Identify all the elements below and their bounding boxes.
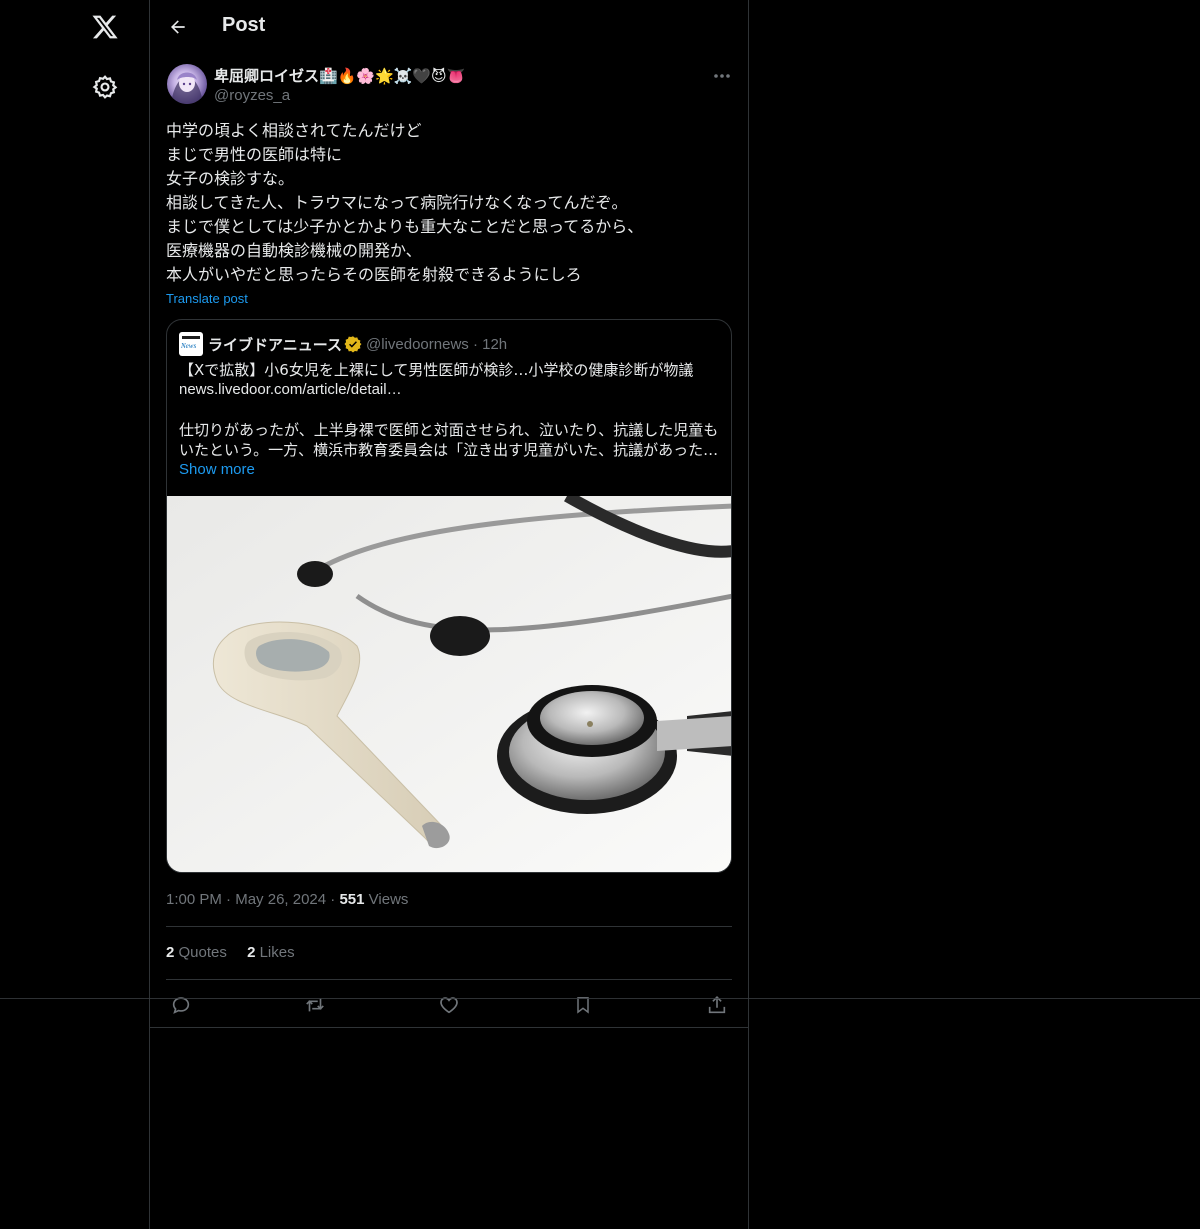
post-text: 中学の頃よく相談されてたんだけど まじで男性の医師は特に 女子の検診すな。 相談…: [166, 119, 736, 287]
divider: [150, 1027, 748, 1028]
show-more-link[interactable]: Show more: [179, 461, 255, 478]
post-text-line: 女子の検診すな。: [166, 169, 295, 188]
quoted-handle-time: @livedoornews · 12h: [366, 336, 507, 353]
quoted-avatar-logo-text: News: [181, 342, 197, 350]
quotes-stat[interactable]: 2 Quotes: [166, 944, 227, 961]
like-button[interactable]: [436, 992, 462, 1018]
quoted-headline: 【Xで拡散】小6女児を上裸にして男性医師が検診…小学校の健康診断が物議: [179, 361, 694, 379]
post-text-line: まじで僕としては少子かとかよりも重大なことだと思ってるから、: [166, 217, 644, 236]
quoted-body-line: いたという。一方、横浜市教育委員会は「泣き出す児童がいた、抗議があった…: [179, 441, 719, 459]
left-rail: [0, 0, 150, 1229]
post-text-line: 本人がいやだと思ったらその医師を射殺できるようにしろ: [166, 265, 582, 284]
separator-dot: ·: [226, 891, 236, 908]
post-meta: 1:00 PM · May 26, 2024 · 551 Views: [166, 891, 408, 908]
likes-stat[interactable]: 2 Likes: [247, 944, 295, 961]
quoted-body-line: 仕切りがあったが、上半身裸で医師と対面させられ、泣いたり、抗議した児童も: [179, 421, 719, 439]
divider: [0, 998, 1200, 999]
views-count: 551: [339, 891, 365, 908]
views-label: Views: [368, 891, 409, 908]
header: Post: [150, 0, 748, 54]
verified-badge-icon: [344, 336, 362, 353]
more-horizontal-icon: [714, 74, 730, 78]
post-text-line: まじで男性の医師は特に: [166, 145, 343, 164]
post-time[interactable]: 1:00 PM: [166, 891, 222, 908]
more-button[interactable]: [710, 66, 734, 86]
quoted-time: 12h: [482, 336, 508, 353]
quoted-avatar: News: [179, 332, 203, 356]
gear-icon[interactable]: [90, 72, 120, 102]
share-button[interactable]: [704, 992, 730, 1018]
quoted-image[interactable]: [167, 490, 731, 872]
likes-label: Likes: [259, 944, 295, 961]
repost-button[interactable]: [302, 992, 328, 1018]
quoted-display-name: ライブドアニュース: [208, 336, 342, 354]
bookmark-button[interactable]: [570, 992, 596, 1018]
post-stats: 2 Quotes 2 Likes: [166, 944, 311, 961]
reply-button[interactable]: [168, 992, 194, 1018]
divider: [166, 926, 732, 927]
quotes-count: 2: [166, 944, 175, 961]
post-text-line: 中学の頃よく相談されてたんだけど: [166, 121, 422, 140]
avatar[interactable]: [167, 64, 207, 104]
user-handle[interactable]: @royzes_a: [214, 87, 290, 104]
quotes-label: Quotes: [178, 944, 227, 961]
translate-post-link[interactable]: Translate post: [166, 291, 248, 306]
quoted-link: news.livedoor.com/article/detail…: [179, 381, 402, 398]
x-logo-icon[interactable]: [90, 12, 120, 42]
quoted-text: 【Xで拡散】小6女児を上裸にして男性医師が検診…小学校の健康診断が物議 news…: [179, 360, 721, 460]
display-name[interactable]: 卑屈卿ロイゼス🏥🔥🌸🌟☠️🖤😈👅: [214, 65, 465, 86]
likes-count: 2: [247, 944, 256, 961]
quoted-post-card[interactable]: News ライブドアニュース @livedoornews · 12h 【Xで拡散…: [166, 319, 732, 873]
arrow-left-icon: [171, 20, 185, 34]
post-column: Post 卑屈卿ロイゼス🏥🔥🌸🌟☠️🖤😈👅 @royzes_a 中学の頃よく相談…: [149, 0, 749, 1229]
back-button[interactable]: [164, 12, 192, 42]
post-text-line: 医療機器の自動検診機械の開発か、: [166, 241, 422, 260]
divider: [166, 979, 732, 980]
post-date[interactable]: May 26, 2024: [235, 891, 326, 908]
quoted-handle: @livedoornews: [366, 336, 469, 353]
post-text-line: 相談してきた人、トラウマになって病院行けなくなってんだぞ。: [166, 193, 628, 212]
separator-dot: ·: [472, 336, 483, 353]
page-title: Post: [222, 14, 266, 36]
